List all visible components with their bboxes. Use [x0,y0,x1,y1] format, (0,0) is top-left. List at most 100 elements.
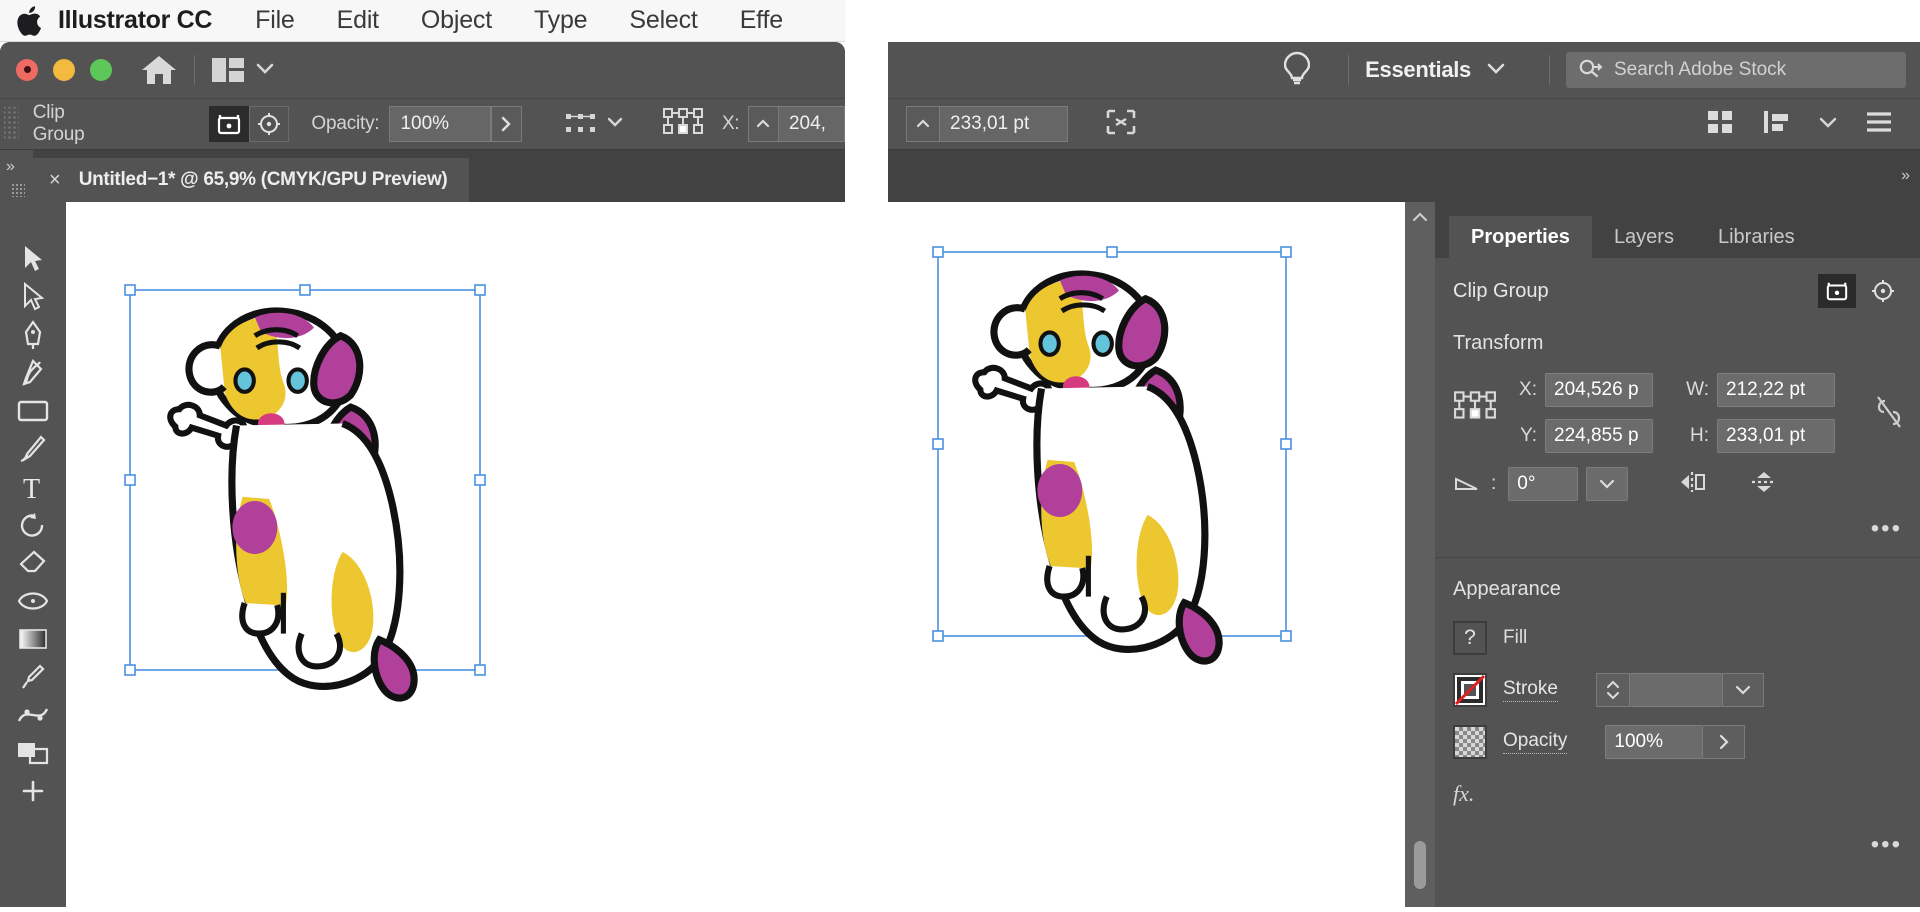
canvas-vertical-scrollbar[interactable] [1405,202,1435,907]
angle-chevron-down-icon[interactable] [1586,467,1629,501]
appearance-opacity-input[interactable]: 100% [1605,725,1704,759]
menu-item-object[interactable]: Object [400,6,513,35]
tab-properties[interactable]: Properties [1449,216,1592,258]
transform-section-title: Transform [1453,332,1544,354]
scrollbar-thumb[interactable] [1414,841,1426,889]
stroke-chevron-down-icon[interactable] [1721,673,1764,707]
canvas-left[interactable] [66,202,845,907]
transparency-checkerboard-icon[interactable] [1453,725,1487,759]
appearance-section-title: Appearance [1453,578,1561,600]
home-icon[interactable] [140,53,178,87]
lightbulb-icon[interactable] [1283,50,1311,91]
curvature-pen-tool[interactable] [0,354,66,392]
transform-h-input[interactable]: 233,01 pt [1717,419,1835,453]
width-tool[interactable] [0,582,66,620]
transform-more-options-ellipsis-icon[interactable]: ••• [1871,517,1902,541]
chevron-down-icon[interactable] [255,61,275,80]
chevron-double-right-icon[interactable]: » [6,158,15,176]
paintbrush-tool[interactable] [0,430,66,468]
eraser-tool[interactable] [0,544,66,582]
tab-libraries[interactable]: Libraries [1696,216,1817,258]
gradient-tool[interactable] [0,620,66,658]
tools-panel: T [0,202,66,907]
h-value-input[interactable]: 233,01 pt [940,106,1068,142]
minimize-window-button[interactable] [53,59,75,81]
question-mark-mixed-fill-icon[interactable]: ? [1453,621,1487,655]
reference-point-grid-icon[interactable] [1453,373,1497,428]
scroll-up-icon[interactable] [1405,210,1435,228]
svg-text:T: T [23,474,40,502]
selection-tool[interactable] [0,240,66,278]
angle-input[interactable]: 0° [1508,467,1579,501]
reference-point-grid-icon[interactable] [662,106,704,143]
flip-vertical-icon[interactable] [1748,469,1780,500]
angle-rotate-icon [1453,470,1483,499]
stroke-weight-input[interactable] [1629,673,1722,707]
menu-item-select[interactable]: Select [608,6,718,35]
target-indicator-icon[interactable] [249,106,290,142]
x-stepper-up-icon[interactable] [747,106,779,142]
pen-tool[interactable] [0,316,66,354]
zoom-window-button[interactable] [90,59,112,81]
transform-x-input[interactable]: 204,526 p [1545,373,1653,407]
grid-view-icon[interactable] [1706,108,1736,141]
menu-item-type[interactable]: Type [513,6,608,35]
fill-label: Fill [1503,627,1528,648]
isolate-selected-object-icon[interactable] [1818,274,1856,308]
h-stepper-up-icon[interactable] [906,106,940,142]
opacity-expand-arrow-icon[interactable] [490,106,522,142]
close-window-button[interactable] [16,59,38,81]
align-chevron-down-icon[interactable] [606,115,624,134]
appearance-more-options-ellipsis-icon[interactable]: ••• [1871,833,1902,857]
canvas-right[interactable] [888,202,1405,907]
menu-item-edit[interactable]: Edit [316,6,400,35]
fx-effects-button[interactable]: fx. [1453,781,1474,806]
distribute-chevron-down-icon[interactable] [1818,115,1838,134]
stroke-label[interactable]: Stroke [1503,678,1558,702]
rotate-tool[interactable] [0,506,66,544]
flip-horizontal-icon[interactable] [1678,469,1710,500]
type-tool[interactable]: T [0,468,66,506]
menu-app-name[interactable]: Illustrator CC [58,6,234,35]
target-indicator-icon[interactable] [1864,274,1902,308]
unlink-broken-chain-icon[interactable] [1876,373,1902,434]
workspace-chevron-down-icon[interactable] [1485,60,1507,80]
document-tab[interactable]: × Untitled−1* @ 65,9% (CMYK/GPU Preview) [33,158,470,202]
artboard-tool[interactable] [0,734,66,772]
control-bar-grip[interactable] [4,107,19,141]
x-coordinate-input[interactable]: 204, [778,106,845,142]
puppet-warp-tool[interactable] [0,696,66,734]
distribute-spacing-icon[interactable] [1762,108,1792,141]
macos-menu-bar: Illustrator CC File Edit Object Type Sel… [0,0,845,42]
artwork-dog-right[interactable] [888,202,1405,907]
opacity-label[interactable]: Opacity [1503,730,1568,754]
rectangle-tool[interactable] [0,392,66,430]
align-options-button[interactable] [564,111,624,137]
artwork-dog-left[interactable] [66,202,845,907]
list-view-icon[interactable] [1864,108,1894,141]
search-adobe-stock-input[interactable]: Search Adobe Stock [1566,52,1906,88]
add-tool-icon[interactable] [0,772,66,810]
toolbar-grip[interactable] [11,183,25,197]
stroke-stepper-updown-icon[interactable] [1595,673,1630,707]
apple-logo-icon[interactable] [0,5,58,36]
direct-selection-tool[interactable] [0,278,66,316]
none-stroke-diagonal-red-icon[interactable] [1453,673,1487,707]
opacity-expand-chevron-right-icon[interactable] [1703,725,1746,759]
illustrator-main-window: Clip Group Opacity: 100% X: 204, » × Unt… [0,42,845,907]
opacity-label: Opacity: [311,113,380,134]
transform-w-input[interactable]: 212,22 pt [1717,373,1835,407]
chevron-double-right-icon[interactable]: » [1901,167,1910,185]
menu-item-file[interactable]: File [234,6,315,35]
isolate-selected-object-icon[interactable] [209,106,250,142]
panel-object-header: Clip Group [1435,258,1920,308]
menu-item-effect[interactable]: Effe [719,6,804,35]
opacity-input[interactable]: 100% [389,106,491,142]
workspace-name[interactable]: Essentials [1365,57,1471,83]
eyedropper-tool[interactable] [0,658,66,696]
transform-y-input[interactable]: 224,855 p [1545,419,1653,453]
shape-builder-icon[interactable] [1104,107,1138,142]
close-tab-icon[interactable]: × [49,170,61,190]
tab-layers[interactable]: Layers [1592,216,1696,258]
arrange-documents-icon[interactable] [211,56,275,84]
